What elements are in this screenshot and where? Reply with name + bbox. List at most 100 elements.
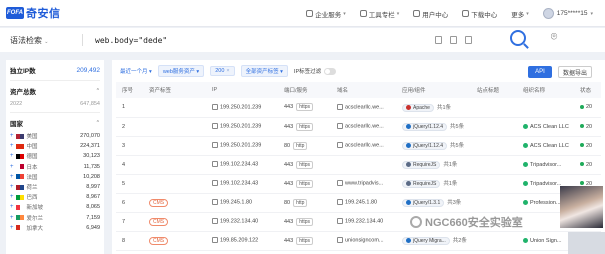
country-count: 30,123 — [83, 153, 100, 160]
col-index[interactable]: 序号 — [116, 82, 143, 98]
nav-more[interactable]: 更多 ▾ — [511, 9, 529, 19]
more-count[interactable]: 共2条 — [453, 238, 467, 244]
expand-icon[interactable]: + — [10, 133, 14, 139]
row-org: Tripadvisor... — [517, 155, 574, 175]
table-row[interactable]: 1 199.250.201.239 443 https acsclearllc.we..… — [116, 98, 601, 118]
favorite-icon[interactable] — [465, 36, 472, 44]
more-count[interactable]: 共1条 — [437, 105, 451, 111]
api-button[interactable]: API — [528, 66, 552, 78]
app-badge[interactable]: jQuery Migra... — [402, 237, 450, 245]
app-badge[interactable]: RequireJS — [402, 161, 441, 169]
expand-icon[interactable]: + — [10, 194, 14, 200]
copy-icon[interactable] — [450, 36, 457, 44]
col-asset-tag[interactable]: 资产标签 — [143, 82, 206, 98]
col-port[interactable]: 端口/服务 — [278, 82, 331, 98]
more-count[interactable]: 共5条 — [450, 143, 464, 149]
filter-tag-status[interactable]: 200 × — [210, 66, 235, 76]
row-title — [471, 174, 517, 194]
expand-icon[interactable]: + — [10, 225, 14, 231]
protocol-badge[interactable]: https — [296, 122, 314, 131]
col-ip[interactable]: IP — [206, 82, 278, 98]
search-input[interactable]: web.body="dede" — [95, 36, 435, 45]
expand-icon[interactable]: + — [10, 143, 14, 149]
country-row[interactable]: + 德国 30,123 — [10, 151, 100, 161]
more-count[interactable]: 共1条 — [443, 181, 457, 187]
table-row[interactable]: 2 199.250.201.239 443 https acsclearllc.we..… — [116, 117, 601, 137]
ip-filter-toggle[interactable] — [324, 67, 337, 75]
flag-icon — [15, 194, 24, 200]
cms-badge[interactable]: CMS — [149, 198, 169, 207]
country-row[interactable]: + 美国 270,070 — [10, 131, 100, 141]
nav-download-center[interactable]: 下载中心 — [462, 9, 497, 19]
cms-badge[interactable]: CMS — [149, 236, 169, 245]
protocol-badge[interactable]: http — [293, 198, 308, 207]
country-row[interactable]: + 中国 224,371 — [10, 141, 100, 151]
org-icon — [523, 161, 528, 167]
col-title[interactable]: 站点标题 — [471, 82, 517, 98]
asset-total-header[interactable]: 资产总数 ⌃ — [10, 86, 100, 96]
export-button[interactable]: 数据导出 — [558, 66, 592, 78]
row-status: 20 — [574, 136, 601, 156]
table-row[interactable]: 4 199.102.234.43 443 https RequireJS 共1条 Tripa… — [116, 155, 601, 175]
col-org[interactable]: 组织名称 — [517, 82, 574, 98]
flag-icon — [15, 133, 24, 139]
protocol-badge[interactable]: http — [293, 141, 308, 150]
more-count[interactable]: 共1条 — [443, 162, 457, 168]
filter-tag-asset-label[interactable]: 全部资产标签 ▾ — [240, 65, 288, 77]
expand-icon[interactable]: + — [10, 164, 14, 170]
app-badge[interactable]: RequireJS — [402, 180, 441, 188]
expand-icon[interactable]: + — [10, 215, 14, 221]
nav-user-center[interactable]: 用户中心 — [413, 9, 448, 19]
more-count[interactable]: 共3条 — [447, 200, 461, 206]
user-menu[interactable]: 175*****15 ▾ — [542, 8, 593, 19]
country-row[interactable]: + 加拿大 6,949 — [10, 223, 100, 233]
app-badge[interactable]: Apache — [402, 103, 434, 112]
expand-icon[interactable]: + — [10, 174, 14, 180]
app-badge[interactable]: jQuery/1.12.4 — [402, 123, 448, 131]
logo[interactable]: FOFA 奇安信 — [6, 5, 61, 21]
country-row[interactable]: + 新加坡 8,065 — [10, 202, 100, 212]
country-row[interactable]: + 日本 11,735 — [10, 162, 100, 172]
cms-badge[interactable]: CMS — [149, 217, 169, 226]
app-badge[interactable]: jQuery/1.3.1 — [402, 199, 445, 207]
more-count[interactable]: 共5条 — [450, 124, 464, 130]
expand-icon[interactable]: + — [10, 153, 14, 159]
country-row[interactable]: + 法国 10,208 — [10, 172, 100, 182]
app-badge[interactable]: jQuery/1.12.4 — [402, 142, 448, 150]
country-row[interactable]: + 爱尔兰 7,159 — [10, 213, 100, 223]
ip-icon — [212, 218, 218, 225]
col-status[interactable]: 状态 — [574, 82, 601, 98]
search-icon[interactable] — [510, 30, 526, 46]
time-range-select[interactable]: 最近一个月 ▾ — [120, 67, 152, 75]
nav-enterprise-service[interactable]: 企业服务 ▾ — [306, 9, 346, 19]
row-port: 443 https — [278, 212, 331, 232]
row-org: ACS Clean LLC — [517, 136, 574, 156]
country-row[interactable]: + 荷兰 8,997 — [10, 182, 100, 192]
flag-icon — [15, 164, 24, 170]
table-row[interactable]: 6 CMS 199.245.1.80 80 http 199.245.1.80 jQuery… — [116, 193, 601, 213]
delete-icon[interactable] — [435, 36, 442, 44]
protocol-badge[interactable]: https — [296, 179, 314, 188]
col-domain[interactable]: 域名 — [331, 82, 396, 98]
protocol-badge[interactable]: https — [296, 160, 314, 169]
protocol-badge[interactable]: https — [296, 217, 314, 226]
advanced-search-icon[interactable]: ⌾ — [546, 31, 562, 47]
asset-year-row[interactable]: 2022 647,854 — [10, 101, 100, 107]
protocol-badge[interactable]: https — [296, 236, 314, 245]
country-header[interactable]: 国家 ⌃ — [10, 118, 100, 128]
table-row[interactable]: 8 CMS 199.85.209.122 443 https unionsigncom..… — [116, 231, 601, 251]
col-app[interactable]: 应用/组件 — [396, 82, 471, 98]
chevron-up-icon: ⌃ — [95, 120, 100, 126]
nav-tools[interactable]: 工具专栏 ▾ — [359, 9, 399, 19]
table-row[interactable]: 3 199.250.201.239 80 http acsclearllc.we... j… — [116, 136, 601, 156]
flag-icon — [15, 204, 24, 210]
protocol-badge[interactable]: https — [296, 103, 314, 112]
expand-icon[interactable]: + — [10, 184, 14, 190]
table-row[interactable]: 7 CMS 199.232.134.40 443 https 199.232.134.40… — [116, 212, 601, 232]
filter-tag-web-assets[interactable]: web服务资产 ▾ — [157, 65, 205, 77]
search-type-select[interactable]: 语法检索 ⌄ — [10, 35, 70, 46]
table-row[interactable]: 5 199.102.234.43 443 https www.tripadvis... R… — [116, 174, 601, 194]
close-icon[interactable]: × — [226, 68, 229, 74]
country-row[interactable]: + 巴西 8,967 — [10, 192, 100, 202]
expand-icon[interactable]: + — [10, 204, 14, 210]
